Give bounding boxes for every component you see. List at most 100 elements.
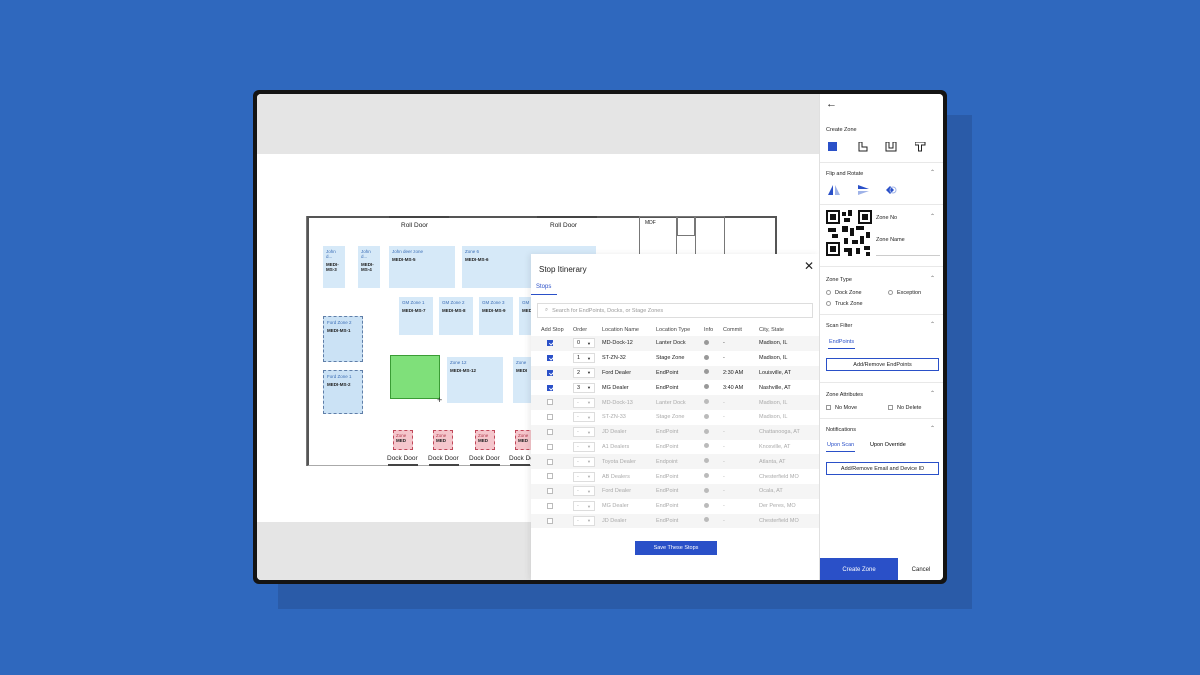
table-row[interactable]: 2 ▼ Ford Dealer EndPoint 2:30 AM Louisville, … (531, 365, 819, 381)
info-icon[interactable] (704, 384, 709, 390)
map-zone[interactable]: Ford Zone 1 MEDI-MS-2 (323, 370, 363, 414)
zone-name-input[interactable] (876, 244, 940, 256)
table-row[interactable]: - ▼ ST-ZN-33 Stage Zone - Madison, IL (531, 410, 819, 425)
square-shape-icon[interactable] (828, 142, 838, 152)
info-icon[interactable] (704, 399, 709, 405)
commit-cell: 3:40 AM (723, 384, 744, 391)
dock-zone[interactable]: Zone MED (475, 430, 495, 450)
add-stop-checkbox[interactable] (547, 443, 553, 450)
add-remove-endpoints-button[interactable]: Add/Remove EndPoints (826, 358, 939, 371)
info-icon[interactable] (704, 443, 709, 449)
add-stop-checkbox[interactable] (547, 414, 553, 421)
info-icon[interactable] (704, 487, 709, 493)
table-row[interactable]: - ▼ MD-Dock-13 Lanter Dock - Madison, IL (531, 395, 819, 410)
dock-zone[interactable]: Zone MED (393, 430, 413, 450)
radio-truck-zone[interactable]: Truck Zone (826, 301, 863, 307)
radio-dock-zone[interactable]: Dock Zone (826, 290, 862, 296)
chevron-up-icon[interactable]: ⌃ (930, 169, 935, 176)
info-icon[interactable] (704, 502, 709, 508)
u-shape-icon[interactable] (885, 142, 897, 152)
chevron-up-icon[interactable]: ⌃ (930, 390, 935, 397)
table-row[interactable]: - ▼ JD Dealer EndPoint - Chesterfield MO (531, 513, 819, 529)
add-stop-checkbox[interactable] (547, 428, 553, 435)
search-input[interactable]: ⌕ Search for EndPoints, Docks, or Stage … (537, 303, 813, 318)
chevron-up-icon[interactable]: ⌃ (930, 321, 935, 328)
info-icon[interactable] (704, 517, 709, 523)
table-row[interactable]: - ▼ AB Dealers EndPoint - Chesterfield MO (531, 469, 819, 484)
rotate-icon[interactable] (885, 185, 897, 196)
table-row[interactable]: - ▼ Toyota Dealer Endpoint - Atlanta, AT (531, 454, 819, 470)
checkbox-no-move[interactable]: No Move (826, 405, 857, 411)
map-zone[interactable]: GM Zone 2 MEDI-MS-8 (439, 297, 473, 335)
info-icon[interactable] (704, 369, 709, 375)
map-zone[interactable]: GM Zone 1 MEDI-MS-7 (399, 297, 433, 335)
table-row[interactable]: - ▼ Ford Dealer EndPoint - Ocala, AT (531, 483, 819, 499)
map-zone[interactable]: Zone 12 MEDI-MS-12 (447, 357, 503, 403)
add-stop-checkbox[interactable] (547, 399, 553, 406)
create-zone-button[interactable]: Create Zone (820, 558, 898, 580)
add-stop-checkbox[interactable] (547, 340, 553, 347)
tab-upon-scan[interactable]: Upon Scan (826, 439, 856, 452)
info-icon[interactable] (704, 473, 709, 479)
add-stop-checkbox[interactable] (547, 517, 553, 524)
close-icon[interactable]: ✕ (804, 259, 814, 273)
info-icon[interactable] (704, 339, 709, 345)
info-icon[interactable] (704, 354, 709, 360)
table-row[interactable]: - ▼ MG Dealer EndPoint - Der Peres, MO (531, 499, 819, 514)
order-select[interactable]: 1 ▼ (573, 353, 595, 364)
table-row[interactable]: 3 ▼ MG Dealer EndPoint 3:40 AM Nashville, AT (531, 380, 819, 395)
tab-endpoints[interactable]: EndPoints (828, 336, 856, 349)
order-select[interactable]: - ▼ (573, 471, 595, 482)
info-icon[interactable] (704, 458, 709, 464)
flip-horizontal-icon[interactable] (828, 185, 840, 196)
dock-zone[interactable]: Zone MED (433, 430, 453, 450)
table-row[interactable]: - ▼ JD Dealer EndPoint - Chattanooga, AT (531, 424, 819, 440)
table-row[interactable]: - ▼ A1 Dealers EndPoint - Knoxville, AT (531, 440, 819, 455)
map-zone[interactable]: Ford Zone 2 MEDI-MS-1 (323, 316, 363, 362)
map-zone[interactable]: John deer zone MEDI-MS-5 (389, 246, 455, 288)
map-zone[interactable]: John d... MEDI-MS-4 (358, 246, 380, 288)
order-select[interactable]: - ▼ (573, 486, 595, 497)
search-icon: ⌕ (545, 307, 549, 313)
order-select[interactable]: - ▼ (573, 456, 595, 467)
tab-upon-override[interactable]: Upon Override (870, 439, 906, 451)
checkbox-no-delete[interactable]: No Delete (888, 405, 921, 411)
radio-exception[interactable]: Exception (888, 290, 921, 296)
add-stop-checkbox[interactable] (547, 473, 553, 480)
selected-zone[interactable] (390, 355, 440, 399)
order-select[interactable]: - ▼ (573, 501, 595, 512)
add-stop-checkbox[interactable] (547, 369, 553, 376)
order-select[interactable]: - ▼ (573, 427, 595, 438)
add-stop-checkbox[interactable] (547, 488, 553, 495)
tab-stops[interactable]: Stops (531, 280, 557, 295)
map-zone[interactable]: GM MEDI (519, 297, 533, 335)
chevron-up-icon[interactable]: ⌃ (930, 425, 935, 432)
map-zone[interactable]: GM Zone 3 MEDI-MS-9 (479, 297, 513, 335)
add-stop-checkbox[interactable] (547, 502, 553, 509)
chevron-up-icon[interactable]: ⌃ (930, 275, 935, 282)
add-remove-email-button[interactable]: Add/Remove Email and Device ID (826, 462, 939, 475)
order-select[interactable]: - ▼ (573, 441, 595, 452)
save-stops-button[interactable]: Save These Stops (635, 541, 717, 555)
order-select[interactable]: - ▼ (573, 412, 595, 423)
info-icon[interactable] (704, 413, 709, 419)
order-select[interactable]: 0 ▼ (573, 338, 595, 349)
info-icon[interactable] (704, 428, 709, 434)
chevron-up-icon[interactable]: ⌃ (930, 213, 935, 220)
order-select[interactable]: 2 ▼ (573, 367, 595, 378)
order-select[interactable]: - ▼ (573, 515, 595, 526)
flip-vertical-icon[interactable] (858, 185, 870, 196)
cancel-button[interactable]: Cancel (898, 558, 943, 580)
table-row[interactable]: 0 ▼ MD-Dock-12 Lanter Dock - Madison, IL (531, 336, 819, 351)
l-shape-icon[interactable] (858, 142, 868, 152)
map-zone[interactable]: Zone MEDI (513, 357, 531, 403)
arrow-left-icon[interactable]: ← (826, 98, 837, 110)
t-shape-icon[interactable] (915, 142, 926, 152)
order-select[interactable]: 3 ▼ (573, 382, 595, 393)
add-stop-checkbox[interactable] (547, 354, 553, 361)
map-zone[interactable]: John d... MEDI-MS-3 (323, 246, 345, 288)
order-select[interactable]: - ▼ (573, 397, 595, 408)
table-row[interactable]: 1 ▼ ST-ZN-32 Stage Zone - Madison, IL (531, 351, 819, 366)
add-stop-checkbox[interactable] (547, 458, 553, 465)
add-stop-checkbox[interactable] (547, 384, 553, 391)
